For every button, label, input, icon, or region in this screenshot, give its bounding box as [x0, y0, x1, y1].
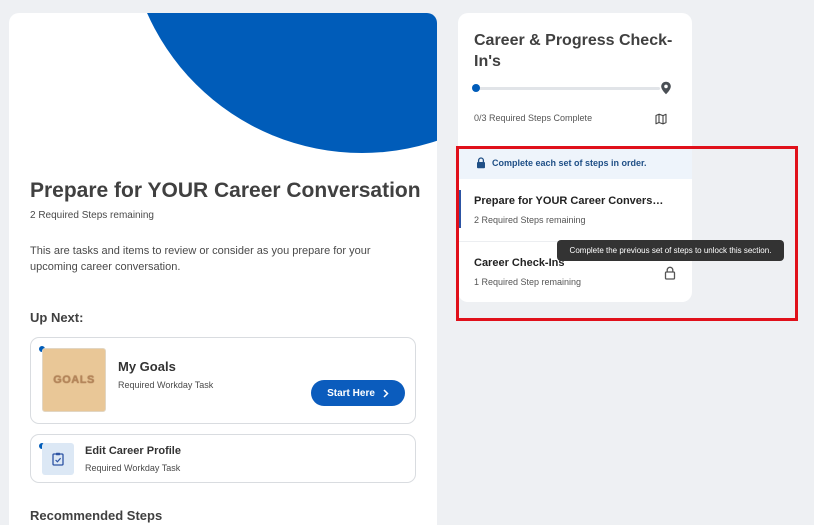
locked-section-tooltip: Complete the previous set of steps to un… [557, 240, 784, 261]
up-next-heading: Up Next: [30, 310, 84, 325]
step-title: Prepare for YOUR Career Conversation [474, 195, 669, 207]
goals-thumbnail: GOALS [42, 348, 106, 412]
current-step-indicator [458, 190, 461, 228]
steps-complete-text: 0/3 Required Steps Complete [474, 113, 593, 123]
step-subtitle: 1 Required Step remaining [474, 277, 582, 287]
hero-decoration [127, 13, 437, 153]
order-notice-banner: Complete each set of steps in order. [458, 146, 692, 179]
order-notice-text: Complete each set of steps in order. [492, 157, 647, 168]
recommended-steps-heading: Recommended Steps [30, 508, 163, 523]
lock-icon [664, 266, 676, 280]
step-item-prepare-career-conversation[interactable]: Prepare for YOUR Career Conversation 2 R… [458, 180, 692, 242]
chevron-right-icon [383, 388, 389, 398]
task-card-edit-career-profile[interactable]: Edit Career Profile Required Workday Tas… [30, 434, 416, 483]
task-card-my-goals[interactable]: GOALS My Goals Required Workday Task Sta… [30, 337, 416, 424]
progress-track [476, 87, 660, 90]
location-pin-icon [661, 81, 671, 95]
start-here-button[interactable]: Start Here [311, 380, 405, 406]
task-title: Edit Career Profile [85, 445, 181, 457]
main-card: Prepare for YOUR Career Conversation 2 R… [9, 13, 437, 525]
page-description: This are tasks and items to review or co… [30, 245, 371, 273]
page-subtitle: 2 Required Steps remaining [30, 210, 154, 221]
step-subtitle: 2 Required Steps remaining [474, 215, 586, 225]
task-subtitle: Required Workday Task [118, 380, 214, 390]
progress-title: Career & Progress Check-In's [474, 32, 673, 70]
start-here-label: Start Here [327, 387, 375, 399]
progress-start-dot [472, 84, 480, 92]
page-title: Prepare for YOUR Career Conversation [30, 179, 421, 202]
task-title: My Goals [118, 359, 176, 374]
map-icon[interactable] [655, 113, 667, 125]
goals-thumbnail-text: GOALS [53, 374, 95, 386]
task-subtitle: Required Workday Task [85, 463, 181, 473]
clipboard-icon [42, 443, 74, 475]
lock-icon [477, 156, 485, 168]
